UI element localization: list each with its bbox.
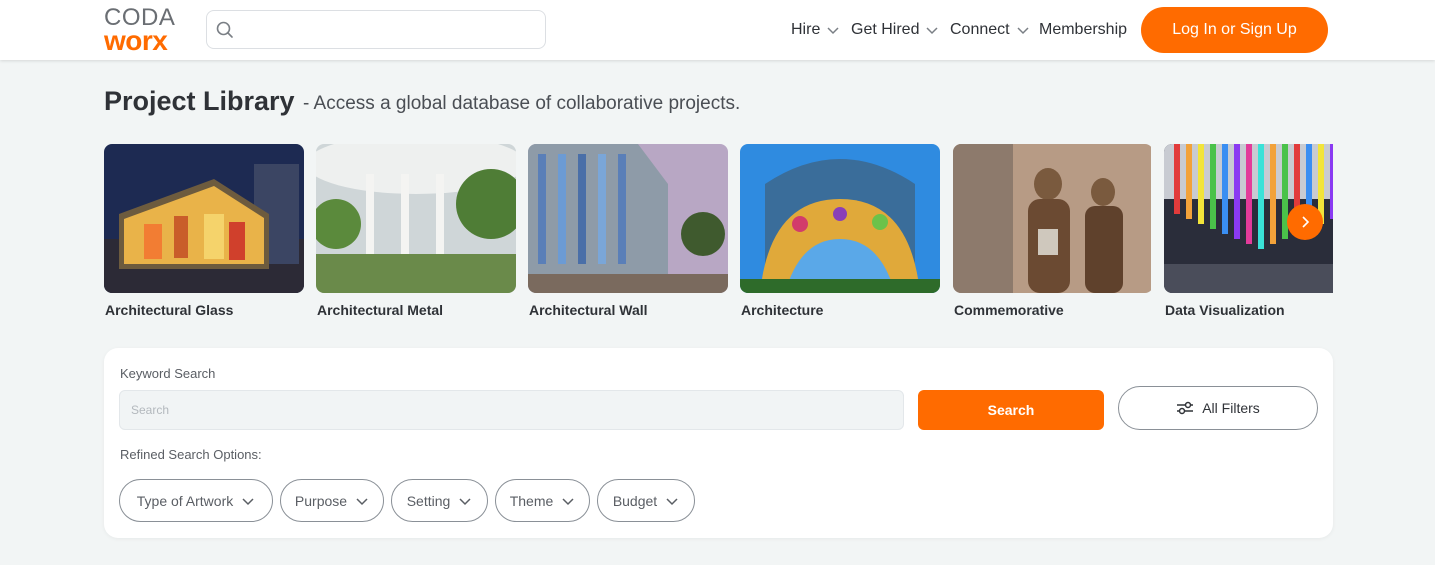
chevron-down-icon [562,497,574,505]
chip-label: Budget [612,492,658,509]
site-header: CODA worx Hire Get Hired Connect Members… [0,0,1435,60]
category-card[interactable]: Architecture [740,144,940,318]
category-card[interactable]: Architectural Wall [528,144,728,318]
filter-chip-type-of-artwork[interactable]: Type of Artwork [119,479,273,522]
nav-membership[interactable]: Membership [1039,18,1127,42]
nav-connect[interactable]: Connect [950,18,1030,42]
all-filters-label: All Filters [1202,400,1260,416]
category-image [953,144,1153,293]
keyword-search-input[interactable] [119,390,904,430]
chip-label: Type of Artwork [136,492,234,509]
chevron-right-icon [1302,216,1310,228]
category-card[interactable]: Architectural Metal [316,144,516,318]
category-card[interactable]: Commemorative [953,144,1153,318]
chip-label: Setting [406,492,451,509]
chevron-down-icon [1017,27,1029,35]
header-search-input[interactable] [241,17,536,43]
nav-membership-label: Membership [1039,21,1128,38]
category-image [528,144,728,293]
chevron-down-icon [242,497,254,505]
chevron-down-icon [356,497,368,505]
category-label: Commemorative [954,302,1064,318]
search-panel: Keyword Search Search All Filters Refine… [104,348,1333,538]
nav-hire-label: Hire [791,21,821,38]
login-signup-button[interactable]: Log In or Sign Up [1141,7,1328,53]
header-search[interactable] [206,10,546,49]
search-button[interactable]: Search [918,390,1104,430]
chevron-down-icon [827,27,839,35]
nav-get-hired-label: Get Hired [851,21,920,38]
chip-label: Purpose [294,492,348,509]
logo-bottom-text: worx [104,25,168,56]
refined-search-label: Refined Search Options: [120,447,262,462]
chevron-down-icon [459,497,471,505]
nav-get-hired[interactable]: Get Hired [851,18,939,42]
codaworx-logo[interactable]: CODA worx [104,6,186,56]
category-label: Data Visualization [1165,302,1285,318]
filter-chip-setting[interactable]: Setting [391,479,488,522]
nav-connect-label: Connect [950,21,1010,38]
chip-label: Theme [509,492,554,509]
chevron-down-icon [666,497,678,505]
page-subtitle: - Access a global database of collaborat… [303,93,741,114]
chevron-down-icon [926,27,938,35]
category-card[interactable]: Architectural Glass [104,144,304,318]
filter-chip-budget[interactable]: Budget [597,479,695,522]
keyword-search-label: Keyword Search [120,366,216,381]
category-label: Architectural Glass [105,302,234,318]
search-icon [216,21,233,38]
filter-chip-purpose[interactable]: Purpose [280,479,384,522]
category-label: Architecture [741,302,824,318]
category-image [316,144,516,293]
category-image [104,144,304,293]
page-title: Project Library [104,86,295,116]
nav-hire[interactable]: Hire [791,18,840,42]
category-carousel: Architectural Glass Architectural Metal [104,144,1333,329]
category-image [740,144,940,293]
category-label: Architectural Metal [317,302,444,318]
sliders-icon [1177,401,1194,415]
all-filters-button[interactable]: All Filters [1118,386,1318,430]
category-label: Architectural Wall [529,302,648,318]
carousel-next-button[interactable] [1287,204,1323,240]
filter-chip-theme[interactable]: Theme [495,479,590,522]
